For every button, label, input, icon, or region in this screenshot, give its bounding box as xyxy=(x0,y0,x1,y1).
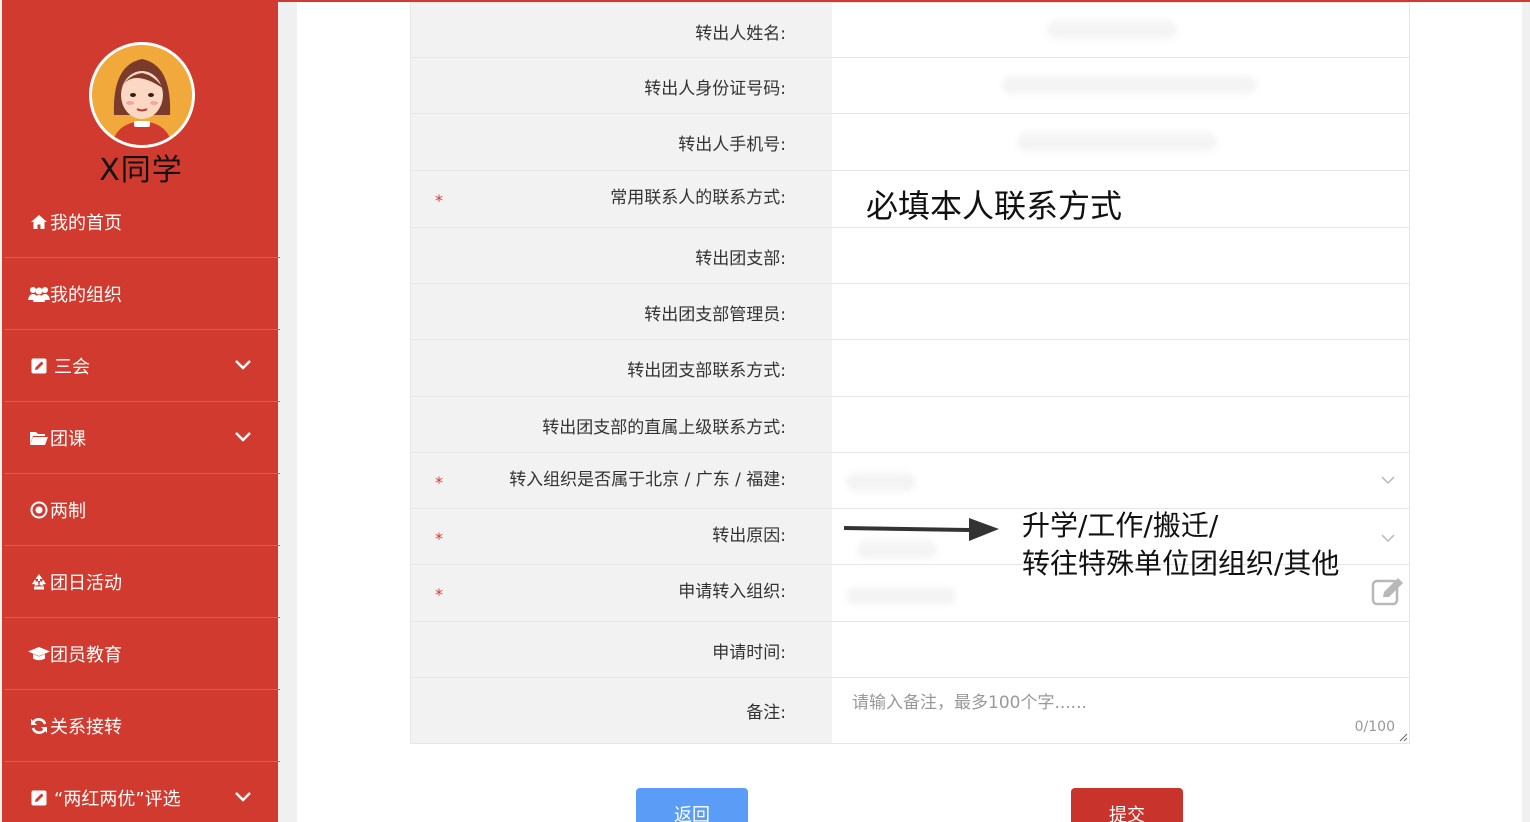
form-row-outgoing-branch: 转出团支部: xyxy=(411,227,1409,283)
form-row-outgoing-phone: 转出人手机号: xyxy=(411,113,1409,170)
chevron-down-icon xyxy=(235,791,251,802)
form-label: 转出人手机号: xyxy=(411,114,832,170)
sidebar-item-relation-transfer[interactable]: 关系接转 xyxy=(4,690,280,762)
branch-contact-field[interactable] xyxy=(832,340,1409,396)
submit-button[interactable]: 提交 xyxy=(1071,788,1183,822)
sidebar-item-three-meetings[interactable]: 三会 xyxy=(4,330,280,402)
sidebar-item-organization[interactable]: 我的组织 xyxy=(4,258,280,330)
form-row-outgoing-id: 转出人身份证号码: xyxy=(411,57,1409,113)
form-label: 备注: xyxy=(411,678,832,743)
form-label: 转入组织是否属于北京 / 广东 / 福建: xyxy=(509,470,786,490)
sidebar-item-label: 团日活动 xyxy=(50,572,122,594)
form-label: 转出人身份证号码: xyxy=(411,58,832,113)
form-label-wrap: * 转出原因: xyxy=(411,509,832,564)
annotation-reason-line2: 转往特殊单位团组织/其他 xyxy=(1022,547,1340,580)
form-row-contact-method: * 常用联系人的联系方式: 必填本人联系方式 xyxy=(411,170,1409,227)
sidebar-item-label: 三会 xyxy=(54,356,90,378)
form-label: 转出团支部联系方式: xyxy=(411,340,832,396)
chevron-down-icon xyxy=(235,359,251,370)
graduation-cap-icon xyxy=(28,644,50,664)
outgoing-name-field[interactable] xyxy=(832,3,1409,57)
outgoing-phone-field[interactable] xyxy=(832,114,1409,170)
form-label-wrap: * 转入组织是否属于北京 / 广东 / 福建: xyxy=(411,453,832,508)
sidebar: X同学 我的首页 我的组织 三会 团课 两制 团日活动 团员教育 关系接转 “两… xyxy=(0,0,280,822)
annotation-contact-note: 必填本人联系方式 xyxy=(866,187,1123,225)
username: X同学 xyxy=(99,153,183,188)
remark-textarea[interactable]: 请输入备注，最多100个字...... 0/100 xyxy=(832,678,1409,743)
sidebar-item-member-education[interactable]: 团员教育 xyxy=(4,618,280,690)
form-label: 转出团支部: xyxy=(411,228,832,283)
form-row-remark: 备注: 请输入备注，最多100个字...... 0/100 xyxy=(411,677,1409,743)
form-label: 转出团支部管理员: xyxy=(411,284,832,339)
sidebar-item-label: 团员教育 xyxy=(50,644,122,666)
back-button[interactable]: 返回 xyxy=(636,788,748,822)
annotation-reason-line1: 升学/工作/搬迁/ xyxy=(1022,509,1219,542)
apply-time-field[interactable] xyxy=(832,622,1409,677)
recycle-icon xyxy=(28,572,50,592)
refresh-icon xyxy=(28,716,50,736)
chevron-down-icon xyxy=(1381,476,1395,485)
home-icon xyxy=(28,212,50,232)
edit-icon xyxy=(28,356,50,376)
sidebar-nav: 我的首页 我的组织 三会 团课 两制 团日活动 团员教育 关系接转 “两红两优”… xyxy=(4,186,280,822)
form-label: 申请转入组织: xyxy=(678,582,786,602)
sidebar-item-label: 两制 xyxy=(50,500,86,522)
form-row-branch-contact: 转出团支部联系方式: xyxy=(411,339,1409,396)
form-label-wrap: * 常用联系人的联系方式: xyxy=(411,171,832,227)
sidebar-item-home[interactable]: 我的首页 xyxy=(4,186,280,258)
branch-admin-field[interactable] xyxy=(832,284,1409,339)
sidebar-item-two-red-two-excellent[interactable]: “两红两优”评选 xyxy=(4,762,280,822)
superior-contact-field[interactable] xyxy=(832,397,1409,452)
sidebar-item-label: “两红两优”评选 xyxy=(54,788,181,810)
contact-method-field[interactable]: 必填本人联系方式 xyxy=(832,171,1409,227)
form-row-superior-contact: 转出团支部的直属上级联系方式: xyxy=(411,396,1409,452)
edit-icon[interactable] xyxy=(1371,577,1405,607)
transfer-form: 转出人姓名: 转出人身份证号码: 转出人手机号: * 常用联系人的联系方式: 必… xyxy=(410,2,1410,744)
outgoing-id-field[interactable] xyxy=(832,58,1409,113)
sidebar-item-label: 关系接转 xyxy=(50,716,122,738)
outgoing-branch-field[interactable] xyxy=(832,228,1409,283)
chevron-down-icon xyxy=(1381,534,1395,543)
required-mark: * xyxy=(435,473,443,492)
form-label: 转出团支部的直属上级联系方式: xyxy=(411,397,832,452)
folder-icon xyxy=(28,428,50,448)
sidebar-item-label: 我的组织 xyxy=(50,284,122,306)
target-icon xyxy=(28,500,50,520)
arrow-right-icon xyxy=(844,518,999,541)
sidebar-item-league-day-activity[interactable]: 团日活动 xyxy=(4,546,280,618)
required-mark: * xyxy=(435,585,443,604)
form-row-region-select: * 转入组织是否属于北京 / 广东 / 福建: xyxy=(411,452,1409,508)
sidebar-item-label: 我的首页 xyxy=(50,212,122,234)
form-row-outgoing-name: 转出人姓名: xyxy=(411,2,1409,57)
form-label: 申请时间: xyxy=(411,622,832,677)
form-label: 转出人姓名: xyxy=(411,3,832,57)
form-row-apply-time: 申请时间: xyxy=(411,621,1409,677)
remark-counter: 0/100 xyxy=(1354,719,1395,735)
form-label: 转出原因: xyxy=(712,526,786,546)
sidebar-item-label: 团课 xyxy=(50,428,86,450)
required-mark: * xyxy=(435,529,443,548)
form-label: 常用联系人的联系方式: xyxy=(610,188,786,208)
avatar xyxy=(89,42,195,148)
sidebar-item-league-class[interactable]: 团课 xyxy=(4,402,280,474)
form-row-branch-admin: 转出团支部管理员: xyxy=(411,283,1409,339)
users-icon xyxy=(28,284,50,304)
chevron-down-icon xyxy=(235,431,251,442)
region-select[interactable] xyxy=(832,453,1409,508)
remark-placeholder: 请输入备注，最多100个字...... xyxy=(852,693,1087,713)
sidebar-item-two-systems[interactable]: 两制 xyxy=(4,474,280,546)
main-panel: 转出人姓名: 转出人身份证号码: 转出人手机号: * 常用联系人的联系方式: 必… xyxy=(297,2,1522,822)
resize-handle-icon[interactable] xyxy=(1399,733,1408,742)
edit-icon xyxy=(28,788,50,808)
required-mark: * xyxy=(435,191,443,210)
form-label-wrap: * 申请转入组织: xyxy=(411,565,832,621)
